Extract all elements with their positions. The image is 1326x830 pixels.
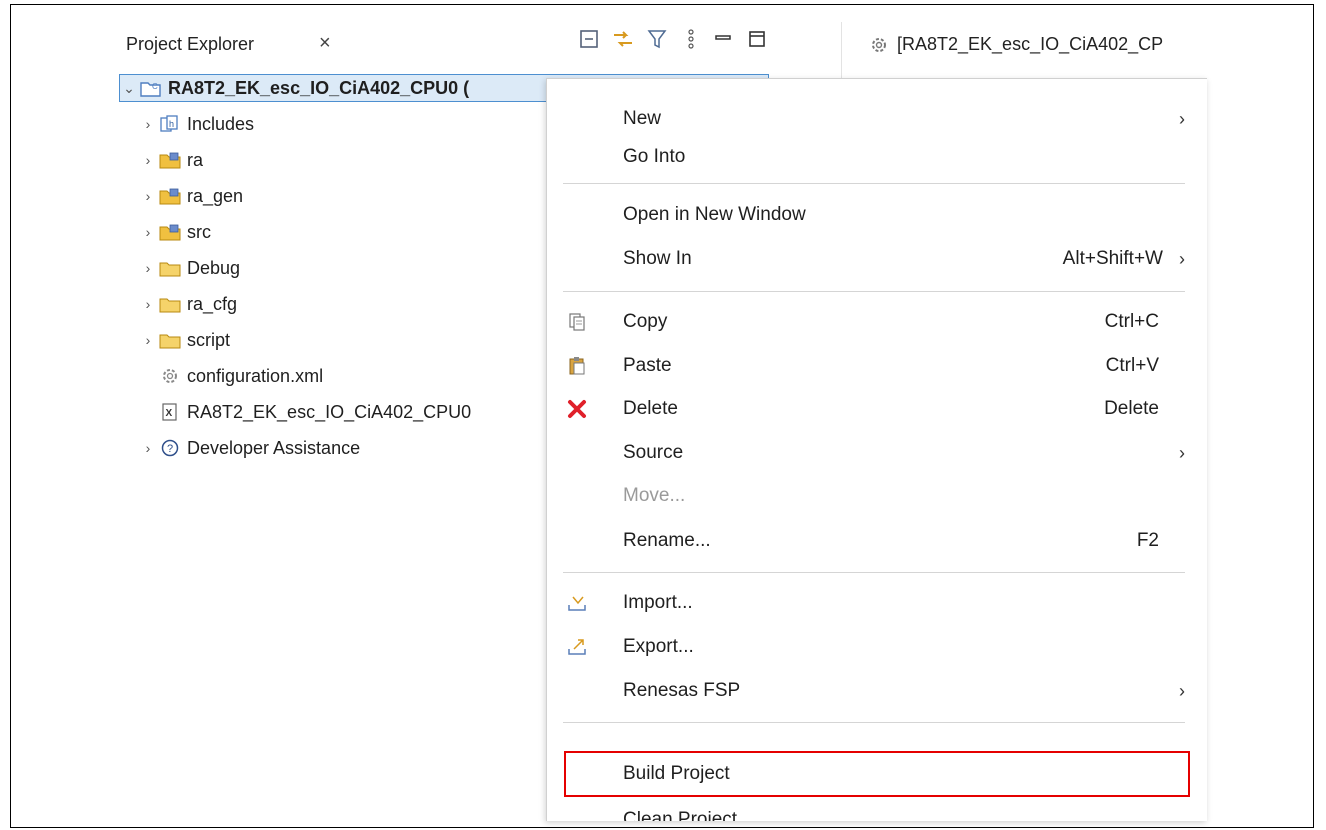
chevron-right-icon: › [1179,108,1185,129]
tree-item-developer-assistance[interactable]: › ? Developer Assistance [139,434,360,462]
menu-separator [563,291,1185,292]
filter-icon[interactable] [646,28,668,50]
project-explorer-tab-title[interactable]: Project Explorer [126,34,254,55]
collapse-all-icon[interactable] [578,28,600,50]
menu-item-export[interactable]: Export... [547,627,1207,667]
tree-item-ra[interactable]: › ra [139,146,203,174]
menu-item-delete[interactable]: Delete Delete [547,389,1207,429]
tree-item-xml-file[interactable]: X RA8T2_EK_esc_IO_CiA402_CPU0 [157,398,471,426]
chevron-down-icon[interactable]: ⌄ [120,80,138,97]
menu-separator [563,183,1185,184]
ide-window: Project Explorer × [RA8T2_EK_esc_IO_CiA4… [119,22,1207,821]
chevron-right-icon[interactable]: › [139,116,157,132]
menu-item-paste[interactable]: Paste Ctrl+V [547,346,1207,386]
tree-item-ra-gen[interactable]: › ra_gen [139,182,243,210]
tree-item-debug[interactable]: › Debug [139,254,240,282]
folder-icon [159,334,181,349]
menu-item-new[interactable]: New › [547,99,1207,139]
tree-item-includes[interactable]: › h Includes [139,110,254,138]
minimize-icon[interactable] [712,28,734,50]
chevron-right-icon[interactable]: › [139,296,157,312]
tree-item-label: RA8T2_EK_esc_IO_CiA402_CPU0 ( [168,77,470,98]
paste-icon [569,357,585,375]
chevron-right-icon[interactable]: › [139,332,157,348]
menu-separator [563,722,1185,723]
menu-item-renesas-fsp[interactable]: Renesas FSP › [547,671,1207,711]
svg-text:h: h [169,119,174,129]
chevron-right-icon: › [1179,442,1185,463]
tree-item-label: ra_cfg [187,293,238,314]
svg-text:C: C [152,82,158,91]
link-with-editor-icon[interactable] [612,28,634,50]
tree-item-label: ra [187,149,204,170]
chevron-right-icon[interactable]: › [139,152,157,168]
maximize-icon[interactable] [746,28,768,50]
editor-tab-title[interactable]: [RA8T2_EK_esc_IO_CiA402_CP [897,34,1163,55]
menu-item-clean-project[interactable]: Clean Project [547,800,1207,821]
menu-item-rename[interactable]: Rename... F2 [547,521,1207,561]
view-menu-icon[interactable] [680,28,702,50]
source-folder-icon [159,188,181,205]
tree-item-label: ra_gen [187,185,244,206]
tree-item-script[interactable]: › script [139,326,230,354]
menu-item-move: Move... [623,485,686,506]
tree-item-label: Debug [187,257,241,278]
tree-item-configuration-xml[interactable]: configuration.xml [157,362,323,390]
chevron-right-icon[interactable]: › [139,188,157,204]
help-icon: ? [161,439,179,457]
gear-icon [872,38,886,52]
export-icon [568,639,586,655]
import-icon [568,596,586,611]
menu-item-show-in[interactable]: Show In Alt+Shift+W › [547,239,1207,279]
source-folder-icon [159,152,181,169]
project-folder-icon: C [140,82,161,97]
chevron-right-icon[interactable]: › [139,440,157,456]
tree-item-src[interactable]: › src [139,218,211,246]
source-folder-icon [159,224,181,241]
tree-item-label: Developer Assistance [187,437,361,458]
copy-icon [569,313,585,331]
menu-item-build-project[interactable]: Build Project [547,754,1207,794]
folder-icon [159,262,181,277]
chevron-right-icon[interactable]: › [139,260,157,276]
chevron-right-icon[interactable]: › [139,224,157,240]
tree-item-label: Includes [187,113,255,134]
close-view-icon[interactable]: × [319,32,331,55]
tree-item-label: src [187,221,211,242]
menu-item-go-into[interactable]: Go Into [547,137,1207,177]
includes-icon: h [160,115,178,132]
svg-text:?: ? [167,443,173,455]
menu-item-source[interactable]: Source › [547,433,1207,473]
svg-text:X: X [166,408,173,419]
chevron-right-icon: › [1179,680,1185,701]
folder-icon [159,298,181,313]
chevron-right-icon: › [1179,248,1185,269]
menu-item-import[interactable]: Import... [547,583,1207,623]
tree-item-label: script [187,329,231,350]
delete-icon [568,400,586,418]
menu-item-open-in-new-window[interactable]: Open in New Window [547,195,1207,235]
tree-item-ra-cfg[interactable]: › ra_cfg [139,290,237,318]
context-menu: New › Go Into Open in New Window Show In… [546,78,1207,821]
xml-file-icon: X [162,403,177,421]
menu-item-copy[interactable]: Copy Ctrl+C [547,302,1207,342]
menu-separator [563,572,1185,573]
gear-file-icon [163,369,177,383]
tree-item-label: configuration.xml [187,365,324,386]
tree-item-label: RA8T2_EK_esc_IO_CiA402_CPU0 [187,401,472,422]
